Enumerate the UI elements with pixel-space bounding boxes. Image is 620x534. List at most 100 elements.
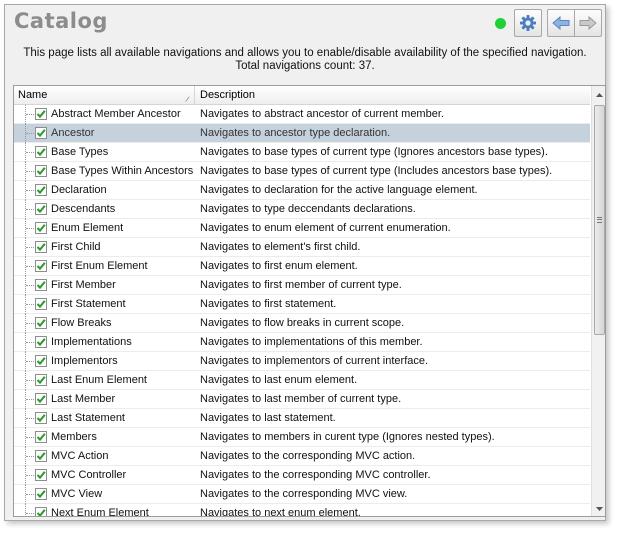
table-row[interactable]: MVC Controller Navigates to the correspon… [14,466,590,485]
enable-checkbox[interactable] [35,431,47,443]
navigation-description: Navigates to enum element of current enu… [200,222,451,234]
grid-rows: Abstract Member Ancestor Navigates to abs… [14,105,590,517]
table-row[interactable]: Base Types Within Ancestors Navigates to … [14,162,590,181]
grid-header: Name / Description [14,86,590,105]
navigation-name: First Statement [51,298,126,310]
navigation-name: First Enum Element [51,260,148,272]
navigation-description: Navigates to implementations of this mem… [200,336,423,348]
table-row[interactable]: Members Navigates to members in curent ty… [14,428,590,447]
enable-checkbox[interactable] [35,355,47,367]
navigation-description: Navigates to first enum element. [200,260,358,272]
checkmark-icon [36,414,46,423]
table-row[interactable]: Base Types Navigates to base types of cur… [14,143,590,162]
navigations-grid: Name / Description Abstract Member Ances… [13,85,606,517]
navigation-name: Next Enum Element [51,507,149,517]
table-row[interactable]: Implementors Navigates to implementors of… [14,352,590,371]
column-header-description[interactable]: Description [195,86,590,104]
table-row[interactable]: First Child Navigates to element's first … [14,238,590,257]
navigation-name: Last Member [51,393,116,405]
enable-checkbox[interactable] [35,222,47,234]
navigation-description: Navigates to the corresponding MVC contr… [200,469,431,481]
navigation-count: Total navigations count: 37. [235,60,375,72]
table-row[interactable]: Declaration Navigates to declaration for … [14,181,590,200]
checkmark-icon [36,167,46,176]
enable-checkbox[interactable] [35,336,47,348]
table-row[interactable]: First Member Navigates to first member of… [14,276,590,295]
enable-checkbox[interactable] [35,450,47,462]
enable-checkbox[interactable] [35,260,47,272]
column-header-description-label: Description [200,89,256,101]
enable-checkbox[interactable] [35,298,47,310]
enable-checkbox[interactable] [35,374,47,386]
enable-checkbox[interactable] [35,184,47,196]
navigation-description: Navigates to base types of current type … [200,146,548,158]
table-row[interactable]: Next Enum Element Navigates to next enum … [14,504,590,517]
enable-checkbox[interactable] [35,507,47,516]
checkmark-icon [36,319,46,328]
description-text: This page lists all available navigation… [23,47,587,59]
enable-checkbox[interactable] [35,469,47,481]
table-row[interactable]: Enum Element Navigates to enum element of… [14,219,590,238]
enable-checkbox[interactable] [35,146,47,158]
page-description: This page lists all available navigation… [5,47,605,73]
checkmark-icon [36,224,46,233]
table-row[interactable]: First Statement Navigates to first statem… [14,295,590,314]
table-row[interactable]: Descendants Navigates to type deccendants… [14,200,590,219]
enable-checkbox[interactable] [35,127,47,139]
column-header-name[interactable]: Name / [14,86,195,104]
table-row[interactable]: Ancestor Navigates to ancestor type decla… [14,124,590,143]
table-row[interactable]: Implementations Navigates to implementati… [14,333,590,352]
checkmark-icon [36,490,46,499]
enable-checkbox[interactable] [35,393,47,405]
navigation-name: Declaration [51,184,107,196]
table-row[interactable]: First Enum Element Navigates to first enu… [14,257,590,276]
enable-checkbox[interactable] [35,412,47,424]
table-row[interactable]: Abstract Member Ancestor Navigates to abs… [14,105,590,124]
checkmark-icon [36,471,46,480]
navigation-name: First Member [51,279,116,291]
navigation-name: Members [51,431,97,443]
enable-checkbox[interactable] [35,241,47,253]
table-row[interactable]: Last Member Navigates to last member of c… [14,390,590,409]
navigation-description: Navigates to first member of current typ… [200,279,402,291]
navigation-name: MVC Action [51,450,109,462]
table-row[interactable]: Flow Breaks Navigates to flow breaks in c… [14,314,590,333]
enable-checkbox[interactable] [35,165,47,177]
page-title: Catalog [14,9,108,33]
navigation-description: Navigates to the corresponding MVC view. [200,488,408,500]
checkmark-icon [36,395,46,404]
navigation-name: Descendants [51,203,116,215]
scroll-up-icon [596,92,603,97]
forward-button[interactable] [574,9,602,37]
navigation-name: Last Statement [51,412,125,424]
checkmark-icon [36,262,46,271]
enable-checkbox[interactable] [35,488,47,500]
enable-checkbox[interactable] [35,203,47,215]
table-row[interactable]: MVC View Navigates to the corresponding M… [14,485,590,504]
scroll-up-button[interactable] [592,86,605,103]
vertical-scrollbar[interactable] [591,86,605,516]
table-row[interactable]: Last Statement Navigates to last statemen… [14,409,590,428]
enable-checkbox[interactable] [35,108,47,120]
navigation-description: Navigates to first statement. [200,298,337,310]
navigation-description: Navigates to implementors of current int… [200,355,429,367]
scroll-down-button[interactable] [592,500,605,516]
table-row[interactable]: MVC Action Navigates to the corresponding… [14,447,590,466]
status-indicator [495,18,506,29]
navigation-name: MVC Controller [51,469,127,481]
back-button[interactable] [547,9,575,37]
table-row[interactable]: Last Enum Element Navigates to last enum … [14,371,590,390]
arrow-left-icon [552,16,570,30]
checkmark-icon [36,357,46,366]
navigation-description: Navigates to abstract ancestor of curren… [200,108,444,120]
enable-checkbox[interactable] [35,279,47,291]
enable-checkbox[interactable] [35,317,47,329]
scroll-thumb[interactable] [594,105,605,335]
gear-icon [520,15,536,31]
navigation-description: Navigates to base types of current type … [200,165,553,177]
checkmark-icon [36,300,46,309]
checkmark-icon [36,205,46,214]
checkmark-icon [36,338,46,347]
scroll-down-icon [596,506,603,511]
settings-button[interactable] [514,9,542,37]
